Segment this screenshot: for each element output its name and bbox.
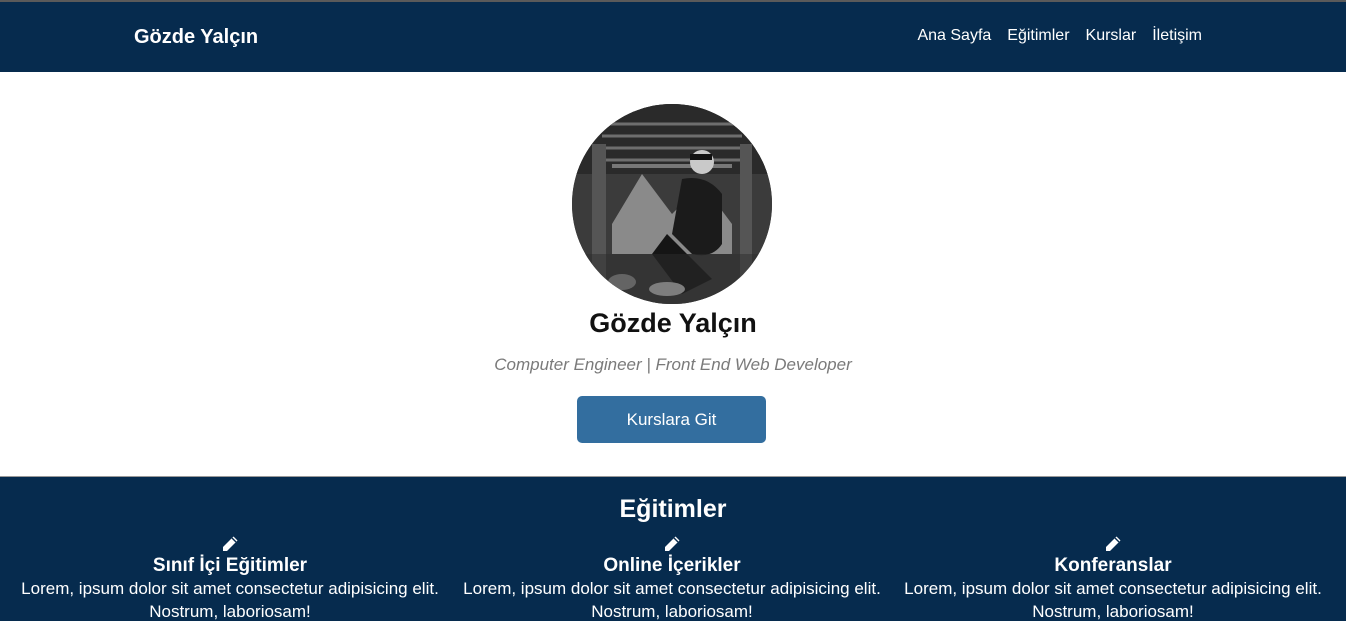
card-title: Online İçerikler (603, 555, 741, 576)
pencil-icon (223, 536, 238, 551)
education-section: Eğitimler Sınıf İçi Eğitimler Lorem, ips… (0, 477, 1346, 621)
nav-links: Ana Sayfa Eğitimler Kurslar İletişim (917, 27, 1202, 45)
education-card: Online İçerikler Lorem, ipsum dolor sit … (452, 535, 892, 621)
education-card: Sınıf İçi Eğitimler Lorem, ipsum dolor s… (10, 535, 450, 621)
nav-link-iletisim[interactable]: İletişim (1152, 27, 1202, 45)
card-title: Konferanslar (1054, 555, 1172, 576)
pencil-icon (1106, 536, 1121, 551)
nav-link-egitimler[interactable]: Eğitimler (1007, 27, 1069, 45)
profile-photo (572, 104, 772, 304)
hero-subtitle: Computer Engineer | Front End Web Develo… (494, 355, 852, 374)
education-card: Konferanslar Lorem, ipsum dolor sit amet… (893, 535, 1333, 621)
courses-button[interactable]: Kurslara Git (577, 396, 766, 443)
education-title: Eğitimler (619, 495, 727, 523)
navbar: Gözde Yalçın Ana Sayfa Eğitimler Kurslar… (0, 2, 1346, 72)
card-title: Sınıf İçi Eğitimler (152, 555, 308, 576)
card-text: Lorem, ipsum dolor sit amet consectetur … (904, 579, 1322, 621)
hero-name: Gözde Yalçın (589, 308, 757, 338)
nav-link-kurslar[interactable]: Kurslar (1086, 27, 1137, 45)
nav-link-ana-sayfa[interactable]: Ana Sayfa (917, 27, 991, 45)
card-text: Lorem, ipsum dolor sit amet consectetur … (21, 579, 439, 621)
brand-link[interactable]: Gözde Yalçın (134, 26, 258, 49)
hero-section: Gözde Yalçın Computer Engineer | Front E… (0, 72, 1346, 476)
avatar (572, 104, 772, 304)
pencil-icon (665, 536, 680, 551)
card-text: Lorem, ipsum dolor sit amet consectetur … (463, 579, 881, 621)
